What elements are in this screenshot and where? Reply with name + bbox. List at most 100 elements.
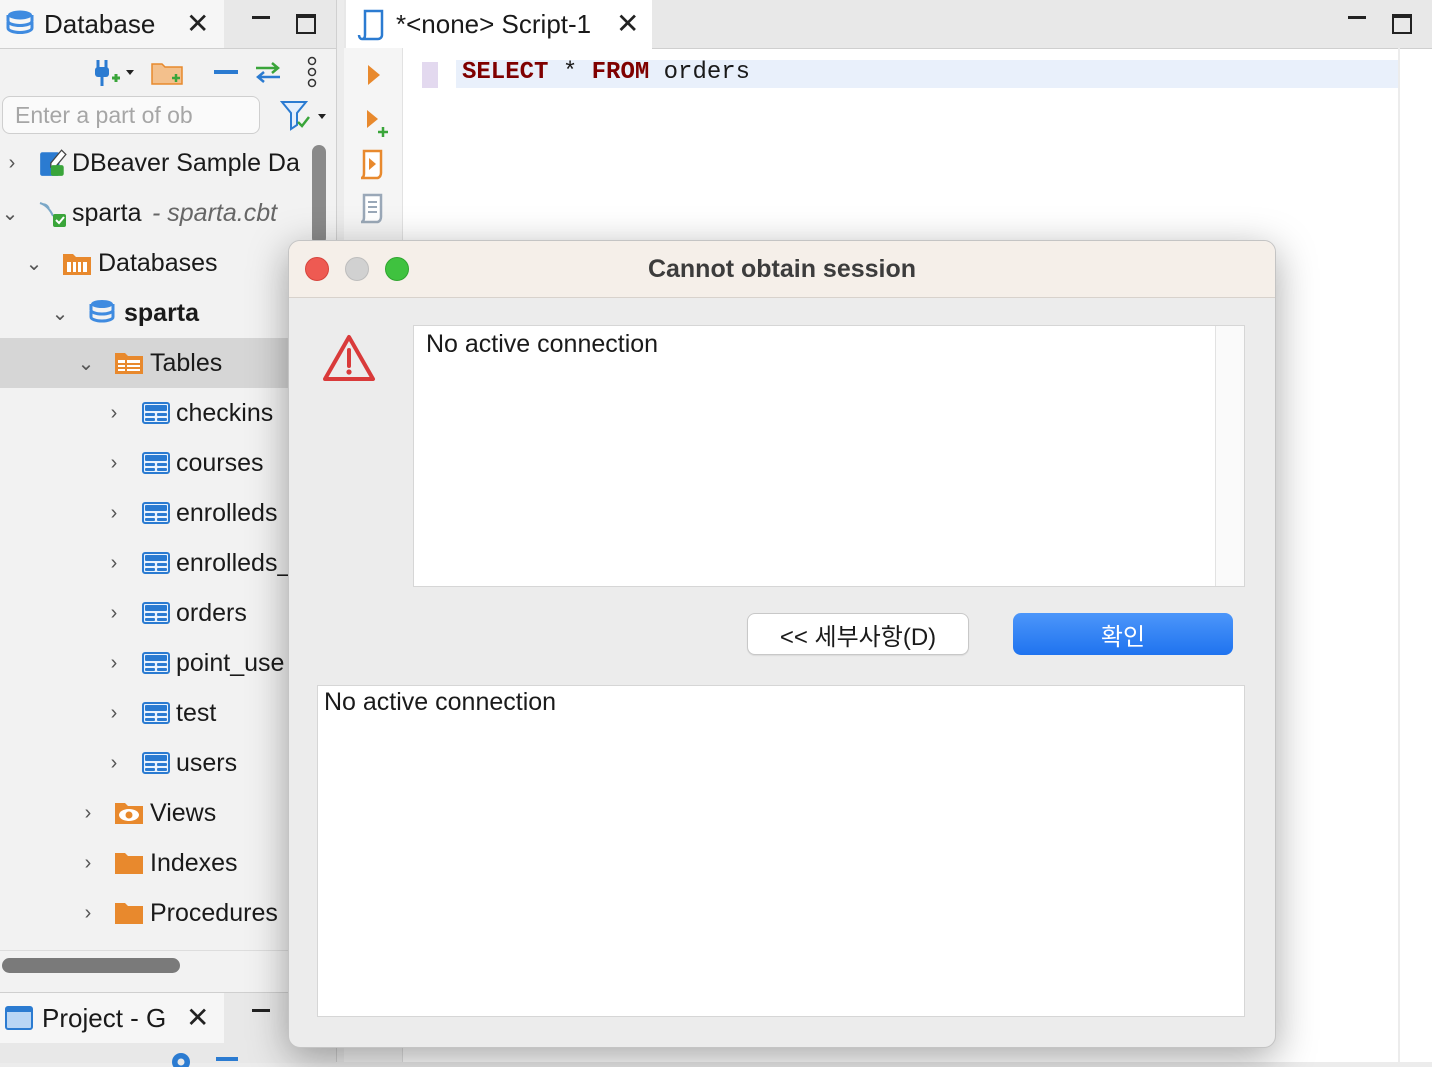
- execute-in-new-tab-icon[interactable]: [364, 108, 392, 138]
- project-icon: [5, 1006, 33, 1030]
- settings-icon[interactable]: [166, 1047, 196, 1067]
- tree-item-sample-db[interactable]: › DBeaver Sample Da: [0, 138, 310, 188]
- tree-item-table[interactable]: › enrolleds_: [0, 538, 310, 588]
- chevron-right-icon[interactable]: ›: [80, 902, 96, 924]
- tree-item-label: DBeaver Sample Da: [72, 148, 300, 177]
- tree-item-label: Databases: [98, 248, 218, 277]
- tree-item-label: sparta: [72, 198, 142, 227]
- folder-icon: [115, 853, 143, 874]
- filter-icon[interactable]: [280, 100, 330, 132]
- folder-icon: [115, 903, 143, 924]
- error-message: No active connection: [426, 330, 659, 358]
- database-icon: [6, 10, 34, 35]
- tree-item-databases[interactable]: ⌄ Databases: [0, 238, 310, 288]
- filter-input[interactable]: [2, 96, 260, 134]
- sql-operator: *: [548, 59, 592, 86]
- tree-item-table[interactable]: › orders: [0, 588, 310, 638]
- schema-icon: [89, 300, 115, 323]
- ok-button[interactable]: 확인: [1013, 613, 1233, 655]
- tree-item-indexes[interactable]: › Indexes: [0, 838, 310, 888]
- tree-item-label: Procedures: [150, 898, 278, 927]
- error-details-text: No active connection: [324, 688, 557, 716]
- chevron-down-icon[interactable]: ⌄: [26, 253, 43, 275]
- chevron-down-icon[interactable]: ⌄: [2, 203, 19, 225]
- tree-item-label: checkins: [176, 398, 274, 427]
- tree-item-label: enrolleds_: [176, 548, 292, 577]
- navigator-toolbar: [0, 48, 336, 94]
- tree-item-table[interactable]: › point_use: [0, 638, 310, 688]
- tree-item-table[interactable]: › checkins: [0, 388, 310, 438]
- link-editor-icon[interactable]: [252, 60, 284, 84]
- tree-item-views[interactable]: › Views: [0, 788, 310, 838]
- tree-item-label: point_use: [176, 648, 285, 677]
- close-icon[interactable]: ✕: [186, 9, 209, 39]
- dialog-title: Cannot obtain session: [647, 255, 917, 283]
- chevron-right-icon[interactable]: ›: [106, 552, 122, 574]
- new-folder-icon[interactable]: [150, 58, 186, 88]
- execute-statement-icon[interactable]: [364, 62, 384, 88]
- collapse-all-icon[interactable]: [214, 70, 238, 74]
- sql-script-icon: [357, 9, 384, 40]
- tables-folder-icon: [115, 353, 143, 374]
- sql-keyword: FROM: [591, 59, 650, 86]
- tree-item-schema-sparta[interactable]: ⌄ sparta: [0, 288, 310, 338]
- minimize-button[interactable]: [252, 16, 270, 19]
- error-message-box[interactable]: No active connection: [413, 325, 1245, 587]
- tree-item-label: Indexes: [150, 848, 238, 877]
- tree-item-table[interactable]: › courses: [0, 438, 310, 488]
- dialog-titlebar: Cannot obtain session: [289, 241, 1275, 298]
- tree-item-table[interactable]: › users: [0, 738, 310, 788]
- execute-script-icon[interactable]: [356, 148, 386, 182]
- tree-item-connection-sparta[interactable]: ⌄ sparta - sparta.cbt: [0, 188, 310, 238]
- tree-item-table[interactable]: › enrolleds: [0, 488, 310, 538]
- error-dialog: Cannot obtain session No active connecti…: [288, 240, 1276, 1048]
- sql-code-line[interactable]: SELECT * FROM orders: [462, 59, 750, 86]
- table-icon: [142, 602, 170, 624]
- more-options-icon[interactable]: [306, 56, 318, 88]
- explain-plan-icon[interactable]: [356, 192, 386, 226]
- navigator-vertical-scrollbar[interactable]: [312, 145, 326, 245]
- minimize-button[interactable]: [1348, 16, 1366, 19]
- chevron-right-icon[interactable]: ›: [106, 452, 122, 474]
- table-icon: [142, 402, 170, 424]
- tree-item-label: enrolleds: [176, 498, 278, 527]
- tab-project[interactable]: Project - G ✕: [0, 993, 224, 1043]
- details-button[interactable]: << 세부사항(D): [747, 613, 969, 655]
- tree-item-tables[interactable]: ⌄ Tables: [0, 338, 310, 388]
- tree-item-procedures[interactable]: › Procedures: [0, 888, 310, 938]
- sample-database-icon: [40, 149, 67, 176]
- navigator-tree: › DBeaver Sample Da ⌄ sparta - sparta.cb…: [0, 138, 310, 948]
- chevron-right-icon[interactable]: ›: [80, 852, 96, 874]
- chevron-right-icon[interactable]: ›: [106, 602, 122, 624]
- maximize-button[interactable]: [1392, 14, 1412, 34]
- chevron-right-icon[interactable]: ›: [4, 152, 20, 174]
- chevron-down-icon[interactable]: ⌄: [52, 303, 69, 325]
- table-icon: [142, 552, 170, 574]
- close-icon[interactable]: ✕: [186, 1003, 209, 1033]
- chevron-right-icon[interactable]: ›: [106, 402, 122, 424]
- databases-folder-icon: [63, 254, 91, 275]
- chevron-right-icon[interactable]: ›: [106, 652, 122, 674]
- tab-database[interactable]: Database ✕: [0, 0, 224, 48]
- chevron-right-icon[interactable]: ›: [106, 502, 122, 524]
- close-icon[interactable]: ✕: [616, 9, 639, 39]
- line-marker: [422, 62, 438, 88]
- navigator-tabbar: Database ✕: [0, 0, 336, 49]
- minimize-button[interactable]: [252, 1009, 270, 1012]
- error-details-box[interactable]: No active connection: [317, 685, 1245, 1017]
- chevron-down-icon[interactable]: ⌄: [78, 353, 95, 375]
- chevron-right-icon[interactable]: ›: [80, 802, 96, 824]
- chevron-right-icon[interactable]: ›: [106, 752, 122, 774]
- tab-project-label: Project - G: [42, 1002, 167, 1033]
- collapse-all-icon[interactable]: [216, 1057, 238, 1061]
- message-scrollbar[interactable]: [1215, 326, 1244, 586]
- chevron-right-icon[interactable]: ›: [106, 702, 122, 724]
- tree-item-table[interactable]: › test: [0, 688, 310, 738]
- maximize-button[interactable]: [296, 14, 316, 34]
- new-connection-icon[interactable]: [92, 56, 136, 90]
- views-folder-icon: [115, 803, 143, 824]
- navigator-horizontal-scrollbar[interactable]: [2, 958, 180, 973]
- tree-item-label: users: [176, 748, 238, 777]
- warning-icon: [323, 335, 375, 381]
- tab-script-1[interactable]: *<none> Script-1 ✕: [346, 0, 652, 49]
